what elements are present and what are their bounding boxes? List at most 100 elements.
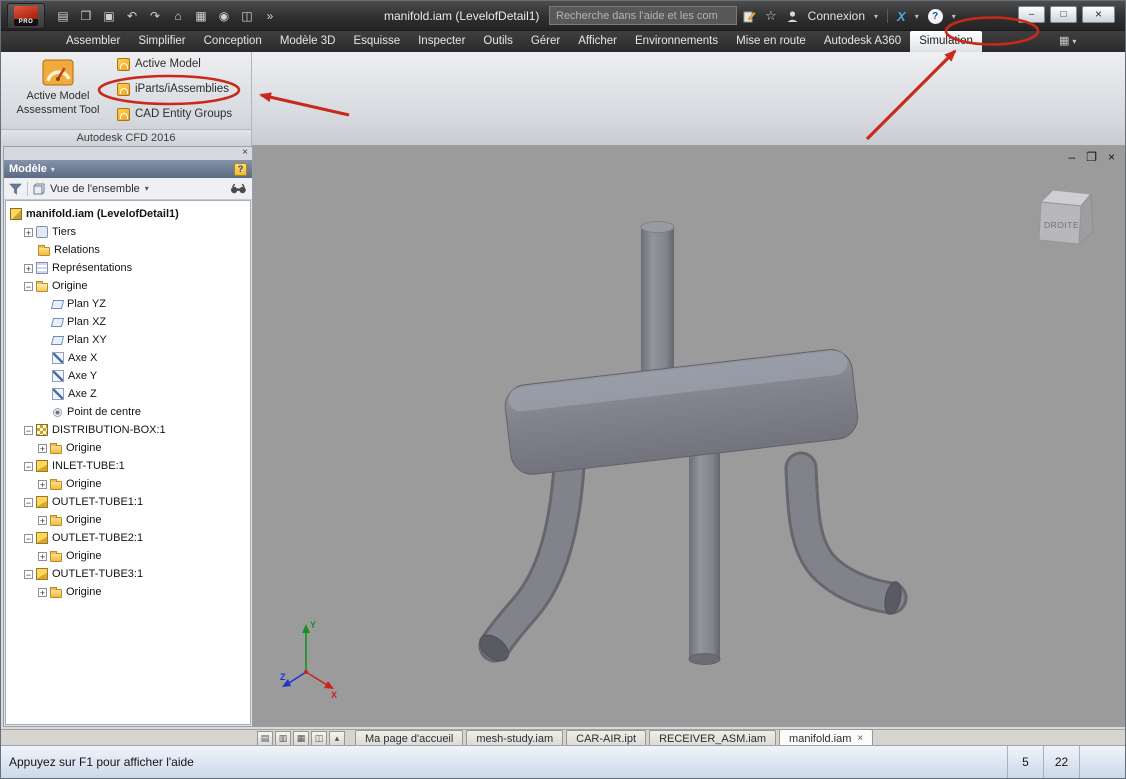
- collapse-icon[interactable]: −: [24, 569, 33, 579]
- collapse-icon[interactable]: −: [24, 281, 33, 291]
- ribbon-button-active-model[interactable]: Active Model: [117, 56, 249, 72]
- tree-item-origine[interactable]: + Origine: [6, 547, 250, 565]
- expand-icon[interactable]: +: [38, 587, 47, 597]
- tree-item-origine[interactable]: + Origine: [6, 583, 250, 601]
- active-model-assessment-tool-button[interactable]: Active Model Assessment Tool: [5, 55, 111, 127]
- ribbon-tab-assembler[interactable]: Assembler: [57, 31, 129, 52]
- help-caret-icon[interactable]: ▾: [952, 12, 956, 21]
- collapse-icon[interactable]: −: [24, 425, 33, 435]
- ribbon-tab-simplifier[interactable]: Simplifier: [129, 31, 194, 52]
- qat-overflow-icon[interactable]: »: [260, 1, 280, 31]
- user-icon[interactable]: [786, 10, 799, 23]
- collapse-icon[interactable]: −: [24, 461, 33, 471]
- tree-item-origine[interactable]: + Origine: [6, 475, 250, 493]
- display-box-icon[interactable]: ▦: [1059, 31, 1069, 52]
- tree-item-plan-yz[interactable]: Plan YZ: [6, 295, 250, 313]
- expand-icon[interactable]: +: [38, 443, 47, 453]
- view-selector-caret-icon[interactable]: ▾: [145, 184, 149, 193]
- tree-item-axe-x[interactable]: Axe X: [6, 349, 250, 367]
- home-icon[interactable]: ⌂: [168, 1, 188, 31]
- doc-close-icon[interactable]: ×: [1108, 150, 1115, 164]
- tree-item-manifold-iam-levelofdetail1[interactable]: manifold.iam (LevelofDetail1): [6, 205, 250, 223]
- manifold-model[interactable]: [475, 221, 908, 667]
- tree-item-origine[interactable]: − Origine: [6, 277, 250, 295]
- expand-icon[interactable]: +: [24, 227, 33, 237]
- tree-item-relations[interactable]: Relations: [6, 241, 250, 259]
- autodesk-exchange-icon[interactable]: X: [897, 9, 906, 24]
- ribbon-display-options[interactable]: ▦ ▾: [1059, 31, 1076, 52]
- tree-item-plan-xy[interactable]: Plan XY: [6, 331, 250, 349]
- doc-restore-icon[interactable]: ❐: [1086, 150, 1097, 164]
- minimize-button[interactable]: –: [1018, 6, 1045, 23]
- help-search-box[interactable]: [549, 6, 737, 25]
- tree-item-outlet-tube1-1[interactable]: − OUTLET-TUBE1:1: [6, 493, 250, 511]
- tree-item-outlet-tube2-1[interactable]: − OUTLET-TUBE2:1: [6, 529, 250, 547]
- collapse-icon[interactable]: −: [24, 533, 33, 543]
- display-caret-icon[interactable]: ▾: [1072, 37, 1076, 46]
- doc-minimize-icon[interactable]: –: [1069, 150, 1076, 164]
- tree-item-origine[interactable]: + Origine: [6, 439, 250, 457]
- expand-icon[interactable]: +: [38, 479, 47, 489]
- appearance-icon[interactable]: ◫: [237, 1, 257, 31]
- expand-icon[interactable]: +: [38, 515, 47, 525]
- material-icon[interactable]: ◉: [214, 1, 234, 31]
- expand-icon[interactable]: +: [24, 263, 33, 273]
- connexion-caret-icon[interactable]: ▾: [874, 12, 878, 21]
- tree-item-origine[interactable]: + Origine: [6, 511, 250, 529]
- exchange-caret-icon[interactable]: ▾: [915, 12, 919, 21]
- tree-item-distribution-box-1[interactable]: − DISTRIBUTION-BOX:1: [6, 421, 250, 439]
- cfd-panel-title[interactable]: Autodesk CFD 2016: [1, 129, 251, 146]
- ribbon-button-iparts-iassemblies[interactable]: iParts/iAssemblies: [117, 81, 249, 97]
- close-button[interactable]: ×: [1082, 6, 1115, 23]
- save-icon[interactable]: ▣: [99, 1, 119, 31]
- ribbon-button-cad-entity-groups[interactable]: CAD Entity Groups: [117, 106, 249, 122]
- favorites-star-icon[interactable]: ☆: [765, 8, 777, 24]
- tree-item-axe-z[interactable]: Axe Z: [6, 385, 250, 403]
- tree-item-axe-y[interactable]: Axe Y: [6, 367, 250, 385]
- inventor-app-button[interactable]: PRO: [7, 3, 45, 29]
- browser-help-icon[interactable]: ?: [234, 162, 247, 176]
- view-icon[interactable]: ▦: [191, 1, 211, 31]
- ribbon-tab-autodesk-a360[interactable]: Autodesk A360: [815, 31, 910, 52]
- undo-icon[interactable]: ↶: [122, 1, 142, 31]
- arrange-tile-icon[interactable]: ▤: [257, 731, 273, 746]
- 3d-viewport[interactable]: – ❐ × DROITE Y X Z: [253, 146, 1125, 727]
- open-file-icon[interactable]: ❒: [76, 1, 96, 31]
- ribbon-tab-afficher[interactable]: Afficher: [569, 31, 626, 52]
- arrange-split-icon[interactable]: ◫: [311, 731, 327, 746]
- browser-title[interactable]: Modèle: [9, 163, 47, 175]
- tree-item-outlet-tube3-1[interactable]: − OUTLET-TUBE3:1: [6, 565, 250, 583]
- ribbon-tab-esquisse[interactable]: Esquisse: [344, 31, 409, 52]
- filter-icon[interactable]: [9, 183, 22, 195]
- ribbon-tab-mod-le-3d[interactable]: Modèle 3D: [271, 31, 345, 52]
- view-selector[interactable]: Vue de l'ensemble: [50, 183, 140, 195]
- help-search-input[interactable]: [550, 9, 736, 22]
- maximize-button[interactable]: □: [1050, 6, 1077, 23]
- collapse-tabs-icon[interactable]: ▴: [329, 731, 345, 746]
- outlet-tube-center[interactable]: [689, 446, 720, 660]
- ribbon-tab-simulation[interactable]: Simulation: [910, 31, 982, 52]
- view-cube[interactable]: DROITE: [1038, 189, 1094, 246]
- browser-title-caret-icon[interactable]: ▾: [51, 165, 55, 174]
- browser-close-icon[interactable]: ×: [242, 147, 248, 159]
- ribbon-tab-conception[interactable]: Conception: [195, 31, 271, 52]
- ribbon-tab-environnements[interactable]: Environnements: [626, 31, 727, 52]
- arrange-columns-icon[interactable]: ▥: [275, 731, 291, 746]
- tree-item-repr-sentations[interactable]: + Représentations: [6, 259, 250, 277]
- 3d-model-canvas[interactable]: DROITE Y X Z: [253, 146, 1125, 727]
- redo-icon[interactable]: ↷: [145, 1, 165, 31]
- pen-sheet-icon[interactable]: [743, 10, 756, 23]
- ribbon-tab-g-rer[interactable]: Gérer: [522, 31, 569, 52]
- tree-item-tiers[interactable]: + Tiers: [6, 223, 250, 241]
- tree-item-inlet-tube-1[interactable]: − INLET-TUBE:1: [6, 457, 250, 475]
- help-icon[interactable]: ?: [927, 8, 943, 24]
- new-file-icon[interactable]: ▤: [53, 1, 73, 31]
- ribbon-tab-inspecter[interactable]: Inspecter: [409, 31, 474, 52]
- tree-item-point-de-centre[interactable]: Point de centre: [6, 403, 250, 421]
- search-binoculars-icon[interactable]: [230, 183, 247, 194]
- tree-item-plan-xz[interactable]: Plan XZ: [6, 313, 250, 331]
- ribbon-tab-outils[interactable]: Outils: [474, 31, 521, 52]
- connexion-button[interactable]: Connexion: [808, 9, 865, 23]
- ribbon-tab-mise-en-route[interactable]: Mise en route: [727, 31, 815, 52]
- collapse-icon[interactable]: −: [24, 497, 33, 507]
